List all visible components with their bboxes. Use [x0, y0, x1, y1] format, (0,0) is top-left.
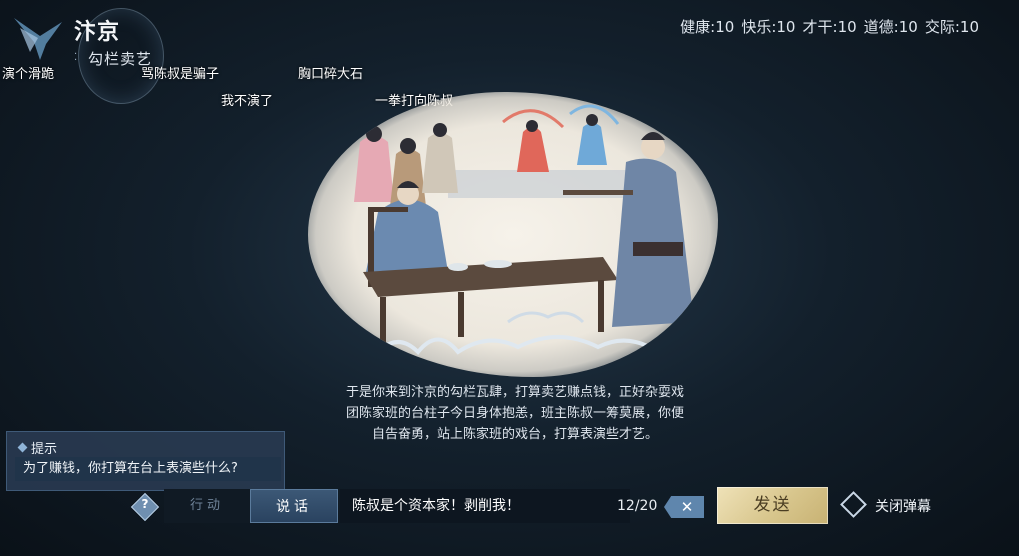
city-name: 汴京	[74, 19, 121, 45]
danmaku-item: 胸口碎大石	[298, 67, 364, 82]
story-line: 团陈家班的台柱子今日身体抱恙，班主陈叔一筹莫展，你便	[345, 406, 684, 421]
hint-text: 为了赚钱，你打算在台上表演些什么?	[15, 457, 281, 481]
story-text: 于是你来到汴京的勾栏瓦肆，打算卖艺赚点钱，正好杂耍戏 团陈家班的台柱子今日身体抱…	[300, 382, 730, 445]
stat-health: 健康:10	[680, 18, 735, 36]
stats-bar: 健康:10 快乐:10 才干:10 道德:10 交际:10	[680, 16, 979, 37]
story-line: 自告奋勇，站上陈家班的戏台，打算表演些才艺。	[371, 427, 658, 442]
hint-panel: 提示 为了赚钱，你打算在台上表演些什么?	[6, 431, 285, 491]
danmaku-item: 骂陈叔是骗子	[141, 67, 220, 82]
clear-input-button[interactable]: ✕	[664, 496, 704, 518]
danmaku-item: 演个滑跪	[2, 67, 55, 82]
close-danmaku-button[interactable]: 关闭弹幕	[875, 496, 931, 516]
stat-happiness: 快乐:10	[741, 18, 796, 36]
hint-title: 提示	[31, 442, 58, 457]
danmaku-item: 我不演了	[221, 94, 274, 109]
stat-talent: 才干:10	[802, 18, 857, 36]
hint-diamond-icon	[17, 442, 28, 453]
hint-header: 提示	[17, 438, 58, 457]
diamond-outline-icon[interactable]	[840, 491, 867, 518]
tab-action[interactable]: 行动	[164, 489, 250, 523]
chat-input[interactable]: 陈叔是个资本家！剥削我！	[340, 489, 630, 523]
char-count: 12/20	[617, 498, 658, 514]
tab-speak[interactable]: 说话	[250, 489, 338, 523]
send-button[interactable]: 发送	[717, 487, 828, 524]
bird-logo-icon	[14, 18, 62, 60]
stat-morality: 道德:10	[863, 18, 918, 36]
mode-tabs: 行动 说话	[164, 489, 338, 523]
stat-social: 交际:10	[924, 18, 979, 36]
help-button-label[interactable]: ?	[137, 497, 153, 517]
venue-dots-icon: · ·	[74, 49, 78, 66]
story-illustration	[308, 92, 718, 377]
story-line: 于是你来到汴京的勾栏瓦肆，打算卖艺赚点钱，正好杂耍戏	[345, 385, 684, 400]
